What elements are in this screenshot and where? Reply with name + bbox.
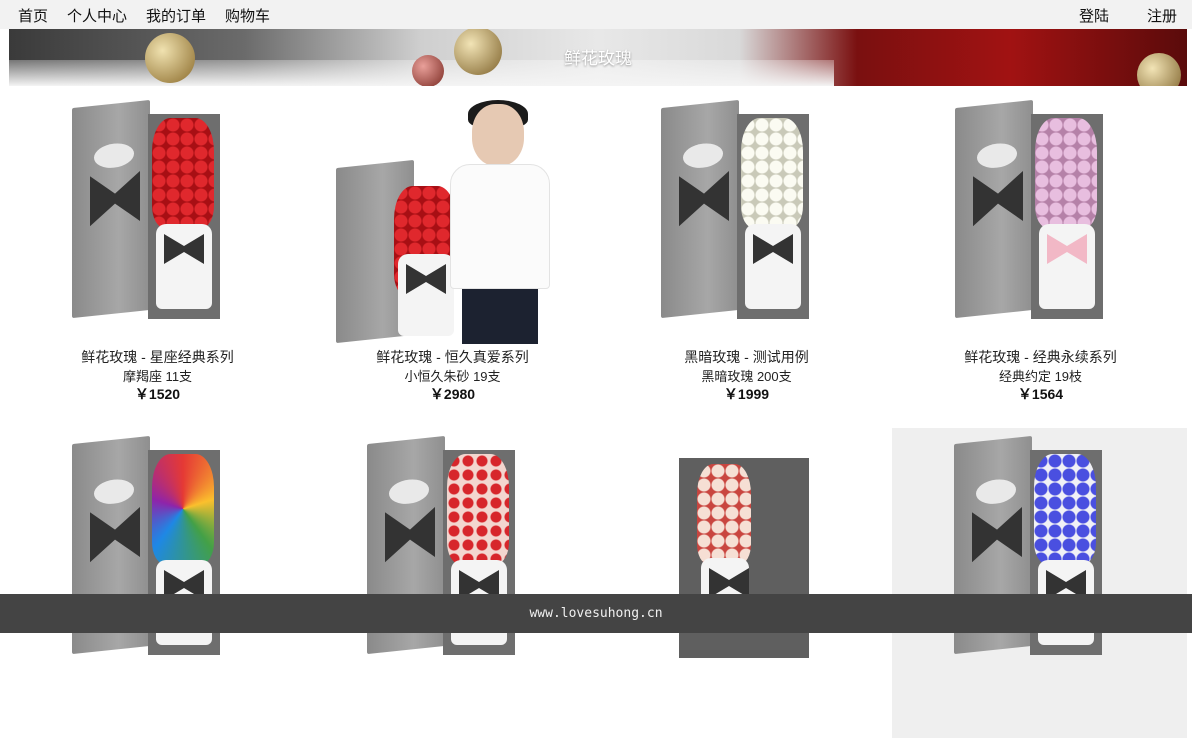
top-navigation: 首页 个人中心 我的订单 购物车 登陆 注册 <box>0 0 1192 29</box>
gift-box <box>72 99 150 319</box>
nav-cart[interactable]: 购物车 <box>225 5 270 26</box>
product-card[interactable]: 鲜花玫瑰 - 恒久真爱系列 小恒久朱砂 19支 ￥2980 <box>305 92 600 402</box>
product-card[interactable]: 鲜花玫瑰 - 经典永续系列 经典约定 19枝 ￥1564 <box>893 92 1188 402</box>
rose-bouquet <box>1035 118 1097 228</box>
bow-icon <box>972 507 1022 562</box>
brand-logo <box>976 477 1016 506</box>
product-name[interactable]: 鲜花玫瑰 - 恒久真爱系列 <box>305 347 600 367</box>
gift-box <box>955 99 1033 319</box>
pants <box>462 289 538 344</box>
nav-login[interactable]: 登陆 <box>1079 5 1109 26</box>
rose-bouquet <box>447 454 509 564</box>
product-card[interactable] <box>599 428 894 738</box>
product-card[interactable] <box>305 428 600 738</box>
brand-logo <box>683 141 723 170</box>
bouquet-wrap <box>1039 224 1095 309</box>
product-price: ￥1564 <box>1017 386 1064 402</box>
nav-register[interactable]: 注册 <box>1147 5 1177 26</box>
nav-home[interactable]: 首页 <box>18 5 48 26</box>
category-banner: 鲜花玫瑰 <box>9 29 1187 86</box>
product-price: ￥2980 <box>429 386 476 402</box>
product-image[interactable] <box>330 100 570 344</box>
bow-icon <box>90 507 140 562</box>
product-card[interactable]: 黑暗玫瑰 - 测试用例 黑暗玫瑰 200支 ￥1999 <box>599 92 894 402</box>
product-variant: 黑暗玫瑰 200支 <box>701 369 792 384</box>
rose-bouquet <box>741 118 803 228</box>
product-image[interactable] <box>943 99 1133 326</box>
brand-logo <box>94 477 134 506</box>
rose-bouquet <box>152 118 214 228</box>
rose-bouquet <box>152 454 214 564</box>
ribbon-icon <box>1047 234 1087 264</box>
product-price: ￥1999 <box>723 386 770 402</box>
bow-icon <box>973 171 1023 226</box>
product-image[interactable] <box>60 99 250 326</box>
rose-bouquet <box>697 464 751 564</box>
product-variant: 摩羯座 11支 <box>122 369 193 384</box>
site-footer: www.lovesuhong.cn <box>0 594 1192 633</box>
product-variant: 小恒久朱砂 19支 <box>404 369 501 384</box>
shirt <box>450 164 550 289</box>
product-variant: 经典约定 19枝 <box>998 369 1083 384</box>
product-name[interactable]: 黑暗玫瑰 - 测试用例 <box>599 347 894 367</box>
product-price: ￥1520 <box>134 386 181 402</box>
model-person <box>440 100 560 344</box>
product-card[interactable]: 鲜花玫瑰 - 星座经典系列 摩羯座 11支 ￥1520 <box>10 92 305 402</box>
banner-title: 鲜花玫瑰 <box>564 49 632 68</box>
brand-logo <box>389 477 429 506</box>
product-card[interactable] <box>892 428 1187 738</box>
product-name[interactable]: 鲜花玫瑰 - 星座经典系列 <box>10 347 305 367</box>
bow-icon <box>385 507 435 562</box>
brand-logo <box>977 141 1017 170</box>
bow-icon <box>679 171 729 226</box>
nav-orders[interactable]: 我的订单 <box>146 5 206 26</box>
ribbon-icon <box>164 234 204 264</box>
product-card[interactable] <box>10 428 305 738</box>
bow-icon <box>90 171 140 226</box>
gift-box <box>661 99 739 319</box>
product-name[interactable]: 鲜花玫瑰 - 经典永续系列 <box>893 347 1188 367</box>
nav-profile[interactable]: 个人中心 <box>67 5 127 26</box>
product-image[interactable] <box>649 99 839 326</box>
bouquet-wrap <box>156 224 212 309</box>
ribbon-icon <box>753 234 793 264</box>
rose-bouquet <box>1034 454 1096 564</box>
brand-logo <box>94 141 134 170</box>
face <box>472 104 524 166</box>
footer-domain: www.lovesuhong.cn <box>529 606 663 621</box>
bouquet-wrap <box>745 224 801 309</box>
